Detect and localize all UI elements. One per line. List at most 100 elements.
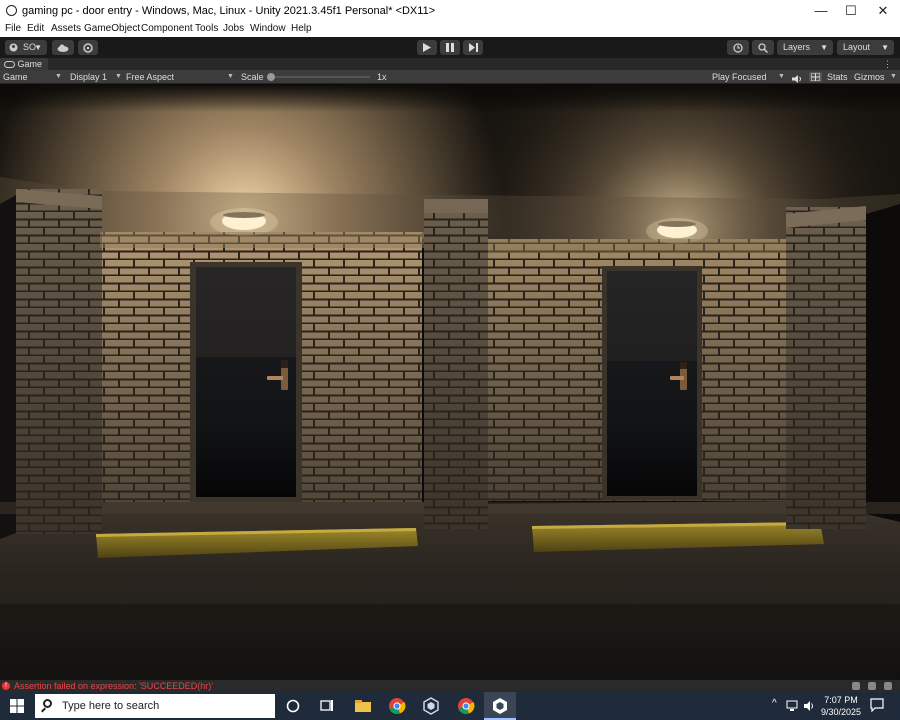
chevron-down-icon: ▼ — [820, 43, 828, 52]
windows-start-icon[interactable] — [10, 699, 24, 713]
windows-taskbar: Type here to search ^ 7:07 PM 9/30/2025 — [0, 692, 900, 720]
pause-button[interactable] — [440, 40, 460, 55]
step-icon — [468, 43, 478, 52]
display-label: Display 1 — [70, 72, 108, 82]
cortana-icon[interactable] — [284, 697, 302, 715]
show-hidden-icons-chevron[interactable]: ^ — [772, 698, 777, 709]
display-dropdown[interactable]: Display 1 ▼ — [70, 70, 122, 84]
chevron-down-icon: ▼ — [115, 73, 122, 80]
account-dropdown[interactable]: SO ▼ — [5, 40, 47, 55]
console-status-bar[interactable]: ! Assertion failed on expression: 'SUCCE… — [0, 680, 900, 692]
chevron-down-icon: ▼ — [881, 43, 889, 52]
pillar-left — [16, 189, 102, 534]
close-button[interactable]: ✕ — [868, 0, 898, 22]
unity-editor-taskbar-button[interactable] — [484, 692, 516, 720]
menu-component[interactable]: Component — [141, 23, 193, 34]
scale-slider-track[interactable] — [270, 76, 370, 78]
taskbar-clock[interactable]: 7:07 PM 9/30/2025 — [818, 694, 864, 718]
play-mode-label: Play Focused — [712, 72, 767, 82]
network-icon[interactable] — [786, 700, 798, 712]
settings-button[interactable] — [78, 40, 98, 55]
menu-assets[interactable]: Assets — [51, 23, 81, 34]
pillar-center — [424, 199, 488, 529]
window-title-bar: gaming pc - door entry - Windows, Mac, L… — [0, 0, 900, 22]
unity-app-icon — [6, 5, 17, 16]
aspect-dropdown[interactable]: Free Aspect ▼ — [126, 70, 236, 84]
account-icon — [9, 43, 18, 52]
layout-dropdown[interactable]: Layout ▼ — [837, 40, 894, 55]
layers-label: Layers — [783, 42, 811, 52]
scale-value: 1x — [377, 72, 387, 82]
ceiling-lamp-left — [210, 208, 278, 236]
window-title: gaming pc - door entry - Windows, Mac, L… — [22, 5, 436, 17]
taskbar-search-box[interactable]: Type here to search — [35, 694, 275, 718]
tab-game-label: Game — [17, 59, 43, 69]
status-settings-icon[interactable] — [884, 682, 892, 690]
chevron-down-icon: ▼ — [778, 73, 785, 80]
maximize-button[interactable]: ☐ — [836, 0, 866, 22]
step-button[interactable] — [463, 40, 483, 55]
unity-hub-icon[interactable] — [422, 697, 440, 715]
scale-label: Scale — [241, 72, 264, 82]
chevron-down-icon: ▼ — [227, 73, 234, 80]
clock-date: 9/30/2025 — [820, 707, 862, 717]
error-icon: ! — [2, 682, 10, 690]
pause-icon — [446, 43, 454, 52]
chevron-down-icon: ▼ — [55, 73, 62, 80]
search-icon — [758, 43, 769, 54]
task-view-icon[interactable] — [318, 697, 336, 715]
undo-history-button[interactable] — [727, 40, 749, 55]
play-mode-dropdown[interactable]: Play Focused ▼ — [712, 70, 786, 84]
tab-game[interactable]: Game — [0, 58, 49, 70]
cloud-icon — [57, 44, 69, 52]
layout-label: Layout — [843, 42, 871, 52]
clock-time: 7:07 PM — [824, 695, 858, 705]
menu-bar: File Edit Assets GameObject Component To… — [0, 22, 900, 37]
gizmos-label: Gizmos — [854, 72, 885, 82]
menu-file[interactable]: File — [5, 23, 21, 34]
game-view-control-bar: Game ▼ Display 1 ▼ Free Aspect ▼ Scale 1… — [0, 70, 900, 84]
chrome-icon[interactable] — [457, 697, 475, 715]
speaker-icon — [792, 75, 801, 83]
search-button[interactable] — [752, 40, 774, 55]
file-explorer-icon[interactable] — [354, 697, 372, 715]
unity-editor-icon — [493, 698, 507, 714]
game-controller-icon — [4, 61, 15, 69]
stats-grid-toggle[interactable] — [809, 72, 822, 82]
history-icon — [733, 43, 743, 53]
tab-more-menu[interactable]: ⋮ — [883, 58, 892, 70]
game-tab-header: Game ⋮ — [0, 58, 900, 70]
gizmos-dropdown[interactable]: Gizmos ▼ — [854, 70, 898, 84]
scale-slider-handle[interactable] — [267, 73, 275, 81]
chevron-down-icon: ▼ — [890, 73, 897, 80]
minimize-button[interactable]: — — [806, 0, 836, 22]
menu-edit[interactable]: Edit — [27, 23, 44, 34]
view-mode-dropdown[interactable]: Game ▼ — [3, 70, 63, 84]
cloud-button[interactable] — [52, 40, 74, 55]
speaker-icon[interactable] — [803, 700, 815, 712]
console-error-message[interactable]: Assertion failed on expression: 'SUCCEED… — [14, 680, 213, 692]
notification-icon[interactable] — [870, 698, 884, 712]
menu-jobs[interactable]: Jobs — [223, 23, 244, 34]
chrome-icon[interactable] — [388, 697, 406, 715]
taskbar-search-placeholder: Type here to search — [62, 700, 160, 712]
aspect-label: Free Aspect — [126, 72, 175, 82]
view-mode-label: Game — [3, 72, 28, 82]
pillar-right — [786, 206, 866, 529]
status-debug-icon[interactable] — [868, 682, 876, 690]
search-icon — [43, 699, 52, 708]
layers-dropdown[interactable]: Layers ▼ — [777, 40, 833, 55]
unity-toolbar: SO ▼ Layers ▼ Layout ▼ — [0, 37, 900, 58]
menu-help[interactable]: Help — [291, 23, 312, 34]
game-viewport[interactable] — [0, 84, 900, 680]
stats-button[interactable]: Stats — [827, 70, 848, 84]
menu-tools[interactable]: Tools — [195, 23, 218, 34]
chevron-down-icon: ▼ — [34, 43, 42, 52]
status-progress-icon — [852, 682, 860, 690]
settings-icon — [83, 43, 93, 53]
game-scene-render — [0, 84, 900, 680]
stats-grid-icon — [811, 73, 820, 81]
play-button[interactable] — [417, 40, 437, 55]
menu-window[interactable]: Window — [250, 23, 286, 34]
menu-gameobject[interactable]: GameObject — [84, 23, 140, 34]
